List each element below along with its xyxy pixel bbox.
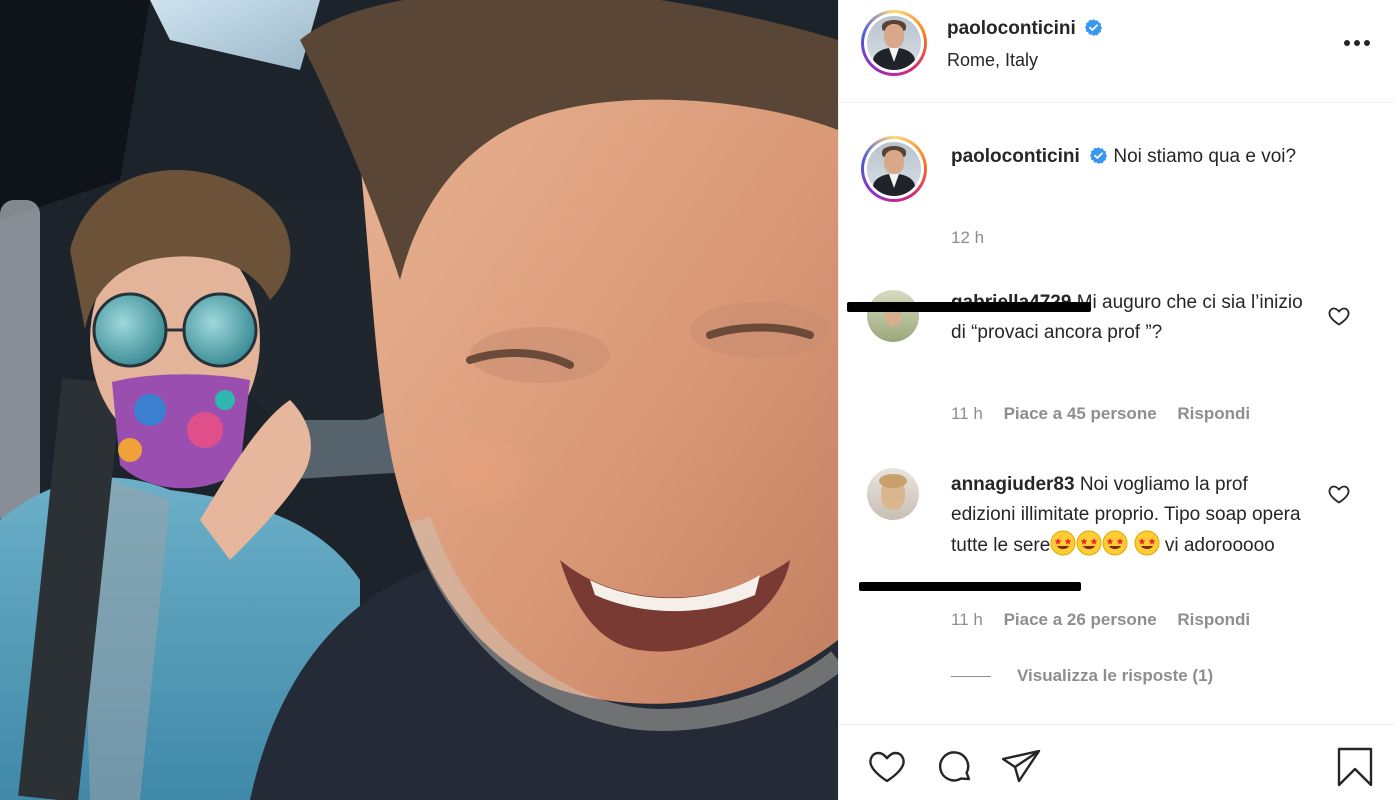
comment-text: gabriella4729 Mi auguro che ci sia l’ini…	[951, 288, 1311, 348]
post-location[interactable]: Rome, Italy	[947, 50, 1038, 71]
bookmark-icon[interactable]	[1333, 745, 1377, 789]
view-replies-label: Visualizza le risposte (1)	[1017, 666, 1214, 685]
commenter-avatar[interactable]	[867, 468, 919, 520]
comment-meta: 11 h Piace a 45 persone Rispondi	[951, 404, 1266, 424]
reply-button[interactable]: Rispondi	[1177, 404, 1250, 423]
comment-icon[interactable]	[933, 745, 977, 789]
star-struck-emoji	[1102, 530, 1128, 556]
post-actions-bar	[839, 724, 1394, 800]
comment-likes[interactable]: Piace a 26 persone	[1004, 610, 1157, 629]
post-header: paoloconticini Rome, Italy	[839, 0, 1394, 103]
comment-likes[interactable]: Piace a 45 persone	[1004, 404, 1157, 423]
more-options-icon	[1344, 40, 1370, 46]
comment-meta: 11 h Piace a 26 persone Rispondi	[951, 610, 1266, 630]
verified-badge-icon	[1085, 19, 1103, 36]
star-struck-emoji	[1134, 530, 1160, 556]
caption-meta: 12 h	[951, 228, 1000, 248]
comment-time[interactable]: 11 h	[951, 404, 983, 423]
reply-button[interactable]: Rispondi	[1177, 610, 1250, 629]
comment-body-tail: vi adorooooo	[1164, 535, 1275, 556]
author-username[interactable]: paoloconticini	[947, 18, 1076, 39]
replies-divider	[951, 675, 991, 677]
comment-time[interactable]: 11 h	[951, 610, 983, 629]
author-avatar[interactable]	[861, 10, 927, 76]
post-photo[interactable]	[0, 0, 838, 800]
star-struck-emoji	[1050, 530, 1076, 556]
like-comment-icon[interactable]	[1327, 482, 1351, 506]
username-redaction	[859, 582, 1081, 591]
view-replies-button[interactable]: Visualizza le risposte (1)	[951, 666, 1213, 686]
username-redaction	[847, 302, 1091, 312]
send-icon[interactable]	[999, 745, 1043, 789]
commenter-avatar[interactable]	[867, 290, 919, 342]
more-options-button[interactable]	[1339, 28, 1375, 58]
star-struck-emoji	[1076, 530, 1102, 556]
selfie-image	[0, 0, 838, 800]
post-side-panel: paoloconticini Rome, Italy paoloconticin…	[838, 0, 1394, 800]
like-comment-icon[interactable]	[1327, 304, 1351, 328]
caption-username[interactable]: paoloconticini	[951, 146, 1080, 167]
caption-body: Noi stiamo qua e voi?	[1113, 146, 1297, 167]
commenter-username[interactable]: annagiuder83	[951, 474, 1075, 495]
caption-author-avatar[interactable]	[861, 136, 927, 202]
comments-section[interactable]: paoloconticini Noi stiamo qua e voi? 12 …	[839, 104, 1394, 724]
heart-icon[interactable]	[865, 745, 909, 789]
caption-time[interactable]: 12 h	[951, 228, 984, 247]
comment-text: annagiuder83 Noi vogliamo la prof edizio…	[951, 470, 1311, 561]
caption-text: paoloconticini Noi stiamo qua e voi?	[951, 142, 1331, 172]
verified-badge-icon	[1089, 147, 1108, 164]
